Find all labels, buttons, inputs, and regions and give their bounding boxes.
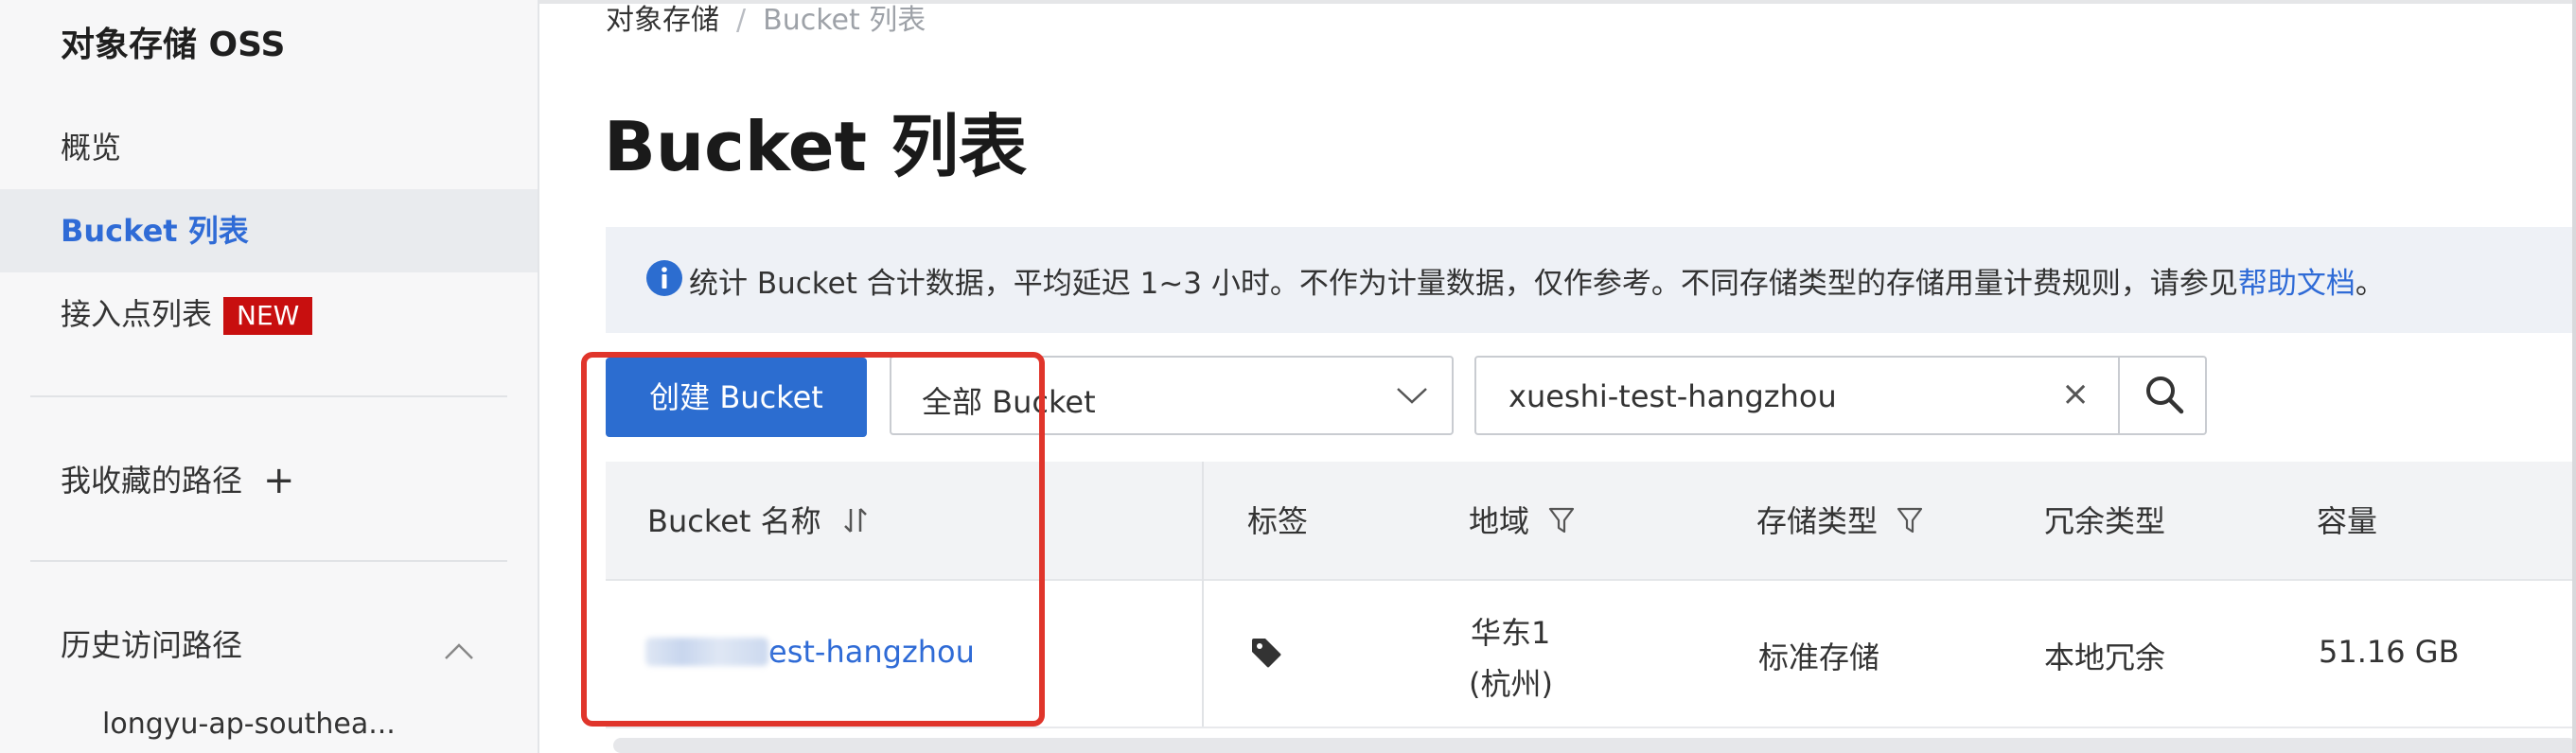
sidebar: 对象存储 OSS 概览 Bucket 列表 接入点列表 NEW 我收藏的路径 + 历… xyxy=(0,0,539,753)
page-title: Bucket 列表 xyxy=(604,107,1028,186)
breadcrumb: 对象存储 / Bucket 列表 xyxy=(606,0,926,38)
storage-type-cell: 标准存储 xyxy=(1758,639,1880,675)
info-notice: 统计 Bucket 合计数据，平均延迟 1~3 小时。不作为计量数据，仅作参考。… xyxy=(606,227,2576,333)
info-icon xyxy=(646,260,682,296)
new-badge: NEW xyxy=(223,297,313,335)
sidebar-divider xyxy=(30,560,507,562)
plus-icon[interactable]: + xyxy=(263,439,295,522)
notice-suffix: 。 xyxy=(2355,267,2385,301)
header-region[interactable]: 地域 xyxy=(1469,498,1575,541)
history-item[interactable]: longyu-ap-southea... xyxy=(102,708,396,741)
sidebar-item-label: 概览 xyxy=(61,130,122,166)
help-doc-link[interactable]: 帮助文档 xyxy=(2238,267,2355,301)
sidebar-item-access-points[interactable]: 接入点列表 NEW xyxy=(0,272,538,356)
table-header: Bucket 名称 标签 地域 存储类型 冗余类型 容量 xyxy=(606,462,2576,581)
notice-message: 统计 Bucket 合计数据，平均延迟 1~3 小时。不作为计量数据，仅作参考。… xyxy=(689,267,2238,301)
search-input[interactable]: xueshi-test-hangzhou xyxy=(1509,378,1837,414)
breadcrumb-current: Bucket 列表 xyxy=(763,4,926,37)
sidebar-item-label: Bucket 列表 xyxy=(61,213,249,249)
notice-text: 统计 Bucket 合计数据，平均延迟 1~3 小时。不作为计量数据，仅作参考。… xyxy=(689,259,2385,302)
sidebar-divider xyxy=(30,395,507,397)
clear-icon[interactable]: × xyxy=(2061,375,2090,413)
horizontal-scrollbar[interactable] xyxy=(613,738,2576,753)
region-line-2: (杭州) xyxy=(1469,666,1553,702)
breadcrumb-separator: / xyxy=(736,4,747,37)
search-icon xyxy=(2146,376,2184,414)
tag-icon[interactable] xyxy=(1249,636,1283,670)
redacted-text xyxy=(645,638,768,666)
bucket-filter-select[interactable]: 全部 Bucket xyxy=(890,356,1454,435)
header-tags: 标签 xyxy=(1247,503,1309,539)
create-bucket-button[interactable]: 创建 Bucket xyxy=(606,358,867,437)
header-redundancy: 冗余类型 xyxy=(2044,503,2166,539)
sidebar-item-overview[interactable]: 概览 xyxy=(0,106,538,189)
filter-icon[interactable] xyxy=(1548,505,1575,535)
sidebar-title: 对象存储 OSS xyxy=(61,26,286,64)
region-line-1: 华东1 xyxy=(1471,615,1551,651)
filter-selected-value: 全部 Bucket xyxy=(922,384,1096,420)
bucket-name-cell[interactable]: est-hangzhou xyxy=(645,634,975,670)
favorites-label: 我收藏的路径 xyxy=(61,463,243,499)
redundancy-cell: 本地冗余 xyxy=(2044,639,2166,675)
window-right-edge xyxy=(2572,0,2576,753)
header-capacity: 容量 xyxy=(2317,503,2378,539)
chevron-down-icon xyxy=(1397,388,1427,404)
header-label: 存储类型 xyxy=(1756,503,1879,539)
chevron-up-icon[interactable] xyxy=(443,636,475,668)
sidebar-item-bucket-list[interactable]: Bucket 列表 xyxy=(0,189,538,272)
favorites-section[interactable]: 我收藏的路径 + xyxy=(0,439,538,522)
bucket-search[interactable]: xueshi-test-hangzhou × xyxy=(1474,356,2207,435)
filter-icon[interactable] xyxy=(1897,505,1923,535)
bucket-name-link[interactable]: est-hangzhou xyxy=(768,634,975,670)
sidebar-item-label: 接入点列表 xyxy=(61,296,213,332)
history-label: 历史访问路径 xyxy=(61,627,243,663)
table-row: est-hangzhou 华东1 (杭州) 标准存储 本地冗余 51.16 GB xyxy=(606,581,2576,728)
column-separator xyxy=(1202,462,1204,727)
header-storage-type[interactable]: 存储类型 xyxy=(1756,498,1923,541)
header-label: 地域 xyxy=(1469,503,1530,539)
search-button[interactable] xyxy=(2118,356,2207,435)
breadcrumb-root[interactable]: 对象存储 xyxy=(606,4,719,37)
sort-icon[interactable] xyxy=(842,505,869,535)
capacity-cell: 51.16 GB xyxy=(2319,634,2460,670)
header-label: Bucket 名称 xyxy=(647,503,821,539)
header-bucket-name[interactable]: Bucket 名称 xyxy=(647,498,869,541)
